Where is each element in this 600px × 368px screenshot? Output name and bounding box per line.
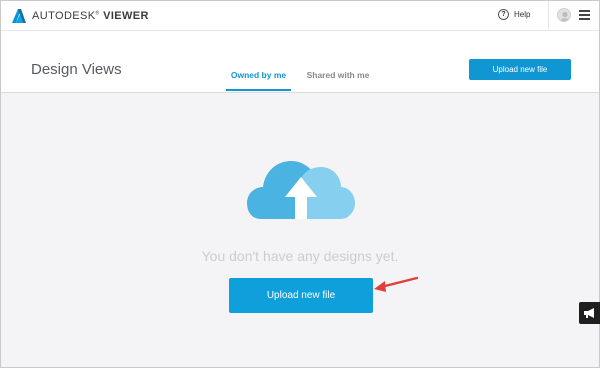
annotation-arrow-icon (374, 276, 419, 292)
autodesk-logo-icon[interactable] (12, 9, 26, 23)
megaphone-icon (584, 308, 594, 318)
empty-state-area: You don't have any designs yet. Upload n… (1, 93, 600, 367)
tab-shared-with-me[interactable]: Shared with me (305, 69, 371, 91)
empty-state-message: You don't have any designs yet. (201, 248, 399, 264)
top-bar: AUTODESK® VIEWER ? Help (1, 1, 599, 31)
page-title: Design Views (31, 61, 122, 78)
help-label: Help (514, 10, 531, 19)
tab-owned-by-me[interactable]: Owned by me (226, 69, 291, 91)
hamburger-menu-icon[interactable] (579, 10, 590, 20)
page-header: Design Views Owned by me Shared with me … (1, 31, 599, 93)
upload-new-file-button[interactable]: Upload new file (229, 278, 373, 313)
upload-new-file-button-header[interactable]: Upload new file (469, 59, 571, 80)
brand-viewer: VIEWER (103, 10, 149, 22)
topbar-divider (548, 1, 549, 30)
feedback-button[interactable] (579, 302, 600, 324)
brand-name[interactable]: AUTODESK® VIEWER (32, 10, 149, 22)
user-avatar-icon[interactable] (557, 8, 571, 22)
brand-autodesk: AUTODESK (32, 10, 96, 22)
cloud-upload-icon (247, 161, 355, 219)
help-link[interactable]: ? Help (498, 9, 530, 20)
question-circle-icon: ? (498, 9, 509, 20)
